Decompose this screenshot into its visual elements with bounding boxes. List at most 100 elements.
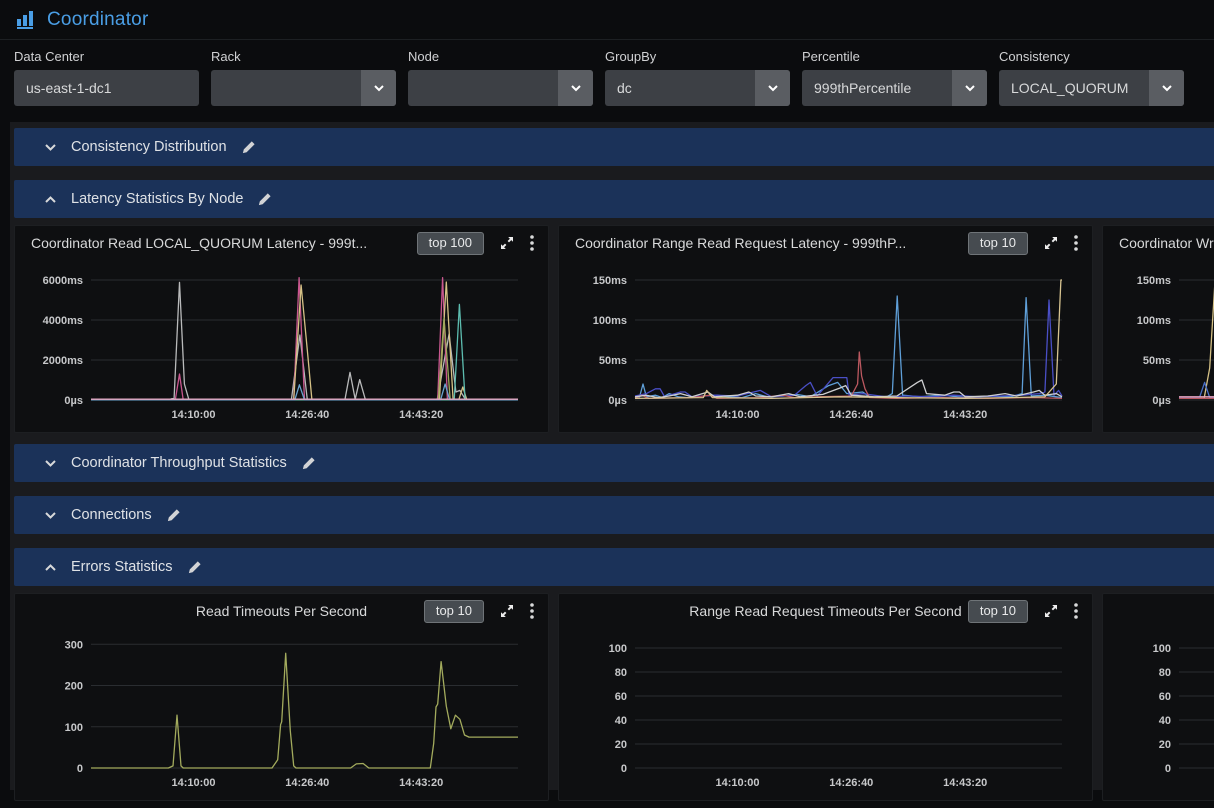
chevron-down-icon[interactable] [44,459,57,468]
svg-text:6000ms: 6000ms [43,275,83,287]
panel-badge[interactable]: top 10 [968,232,1028,255]
chevron-down-icon [755,70,790,106]
panel-range-read-latency: Coordinator Range Read Request Latency -… [558,225,1093,433]
chevron-down-icon[interactable] [44,143,57,152]
chevron-down-icon [558,70,593,106]
svg-text:150ms: 150ms [1137,275,1171,287]
chevron-down-icon [1149,70,1184,106]
svg-text:14:10:00: 14:10:00 [715,409,759,421]
svg-text:100: 100 [65,722,83,734]
section-row-consistency-distribution[interactable]: Consistency Distribution [14,128,1214,166]
top-nav-bar: Coordinator [0,0,1214,40]
panel-title[interactable]: Coordinator Wri [1119,226,1214,260]
edit-pencil-icon[interactable] [187,560,202,575]
svg-text:300: 300 [65,639,83,651]
svg-text:20: 20 [1159,739,1171,751]
section-row-latency-statistics[interactable]: Latency Statistics By Node [14,180,1214,218]
latency-chart: 0µs50ms100ms150ms14:10:0014:26:4014:43:2… [1103,260,1214,430]
panel-title[interactable] [1119,594,1214,628]
svg-text:14:26:40: 14:26:40 [285,777,329,789]
section-row-errors-statistics[interactable]: Errors Statistics [14,548,1214,586]
expand-icon[interactable] [500,236,514,250]
panel-errors-third: 02040608010014:10:0014:26:4014:43:20 [1102,593,1214,801]
kebab-menu-icon[interactable] [530,603,534,619]
svg-text:2000ms: 2000ms [43,355,83,367]
panel-badge[interactable]: top 100 [417,232,484,255]
filter-label-rack: Rack [211,49,396,64]
svg-text:100ms: 100ms [1137,315,1171,327]
svg-text:14:43:20: 14:43:20 [399,409,443,421]
svg-text:14:10:00: 14:10:00 [171,777,215,789]
svg-text:0µs: 0µs [1152,395,1171,407]
svg-text:0: 0 [1165,763,1171,775]
svg-text:14:26:40: 14:26:40 [829,409,873,421]
chevron-down-icon[interactable] [44,511,57,520]
edit-pencil-icon[interactable] [257,192,272,207]
consistency-value: LOCAL_QUORUM [999,70,1149,106]
svg-text:40: 40 [615,715,627,727]
expand-icon[interactable] [500,604,514,618]
edit-pencil-icon[interactable] [301,456,316,471]
svg-text:4000ms: 4000ms [43,315,83,327]
latency-chart: 0µs 2000ms 4000ms 6000ms 14:10:00 14:26:40 14:… [15,260,550,430]
svg-text:40: 40 [1159,715,1171,727]
edit-pencil-icon[interactable] [166,508,181,523]
timeouts-chart: 02040608010014:10:0014:26:4014:43:20 [559,628,1094,798]
groupby-select[interactable]: dc [605,70,790,106]
filter-label-groupby: GroupBy [605,49,790,64]
rack-value [211,70,361,106]
svg-text:50ms: 50ms [1143,355,1171,367]
svg-text:100ms: 100ms [593,315,627,327]
groupby-value: dc [605,70,755,106]
rack-select[interactable] [211,70,396,106]
svg-text:60: 60 [1159,691,1171,703]
panel-title[interactable]: Coordinator Read LOCAL_QUORUM Latency - … [31,226,398,260]
svg-text:60: 60 [615,691,627,703]
data-center-value[interactable] [14,70,199,106]
kebab-menu-icon[interactable] [1074,235,1078,251]
section-title: Errors Statistics [71,559,173,575]
svg-text:200: 200 [65,681,83,693]
percentile-select[interactable]: 999thPercentile [802,70,987,106]
panel-write-latency: Coordinator Wri 0µs50ms100ms150ms14:10:0… [1102,225,1214,433]
data-center-input[interactable]: ✕ [14,70,199,106]
filter-label-consistency: Consistency [999,49,1184,64]
panel-read-latency: Coordinator Read LOCAL_QUORUM Latency - … [14,225,549,433]
timeouts-chart: 02040608010014:10:0014:26:4014:43:20 [1103,628,1214,798]
svg-text:100: 100 [1153,643,1171,655]
chevron-up-icon[interactable] [44,195,57,204]
svg-text:14:26:40: 14:26:40 [285,409,329,421]
latency-panels-row: Coordinator Read LOCAL_QUORUM Latency - … [14,225,1214,433]
svg-text:0: 0 [621,763,627,775]
panel-title[interactable]: Coordinator Range Read Request Latency -… [575,226,942,260]
section-title: Consistency Distribution [71,139,227,155]
svg-text:150ms: 150ms [593,275,627,287]
section-row-throughput[interactable]: Coordinator Throughput Statistics [14,444,1214,482]
expand-icon[interactable] [1044,236,1058,250]
svg-text:14:26:40: 14:26:40 [829,777,873,789]
filter-label-node: Node [408,49,593,64]
kebab-menu-icon[interactable] [1074,603,1078,619]
kebab-menu-icon[interactable] [530,235,534,251]
svg-text:50ms: 50ms [599,355,627,367]
edit-pencil-icon[interactable] [241,140,256,155]
svg-text:14:43:20: 14:43:20 [943,409,987,421]
consistency-select[interactable]: LOCAL_QUORUM [999,70,1184,106]
section-row-connections[interactable]: Connections [14,496,1214,534]
section-title: Coordinator Throughput Statistics [71,455,287,471]
svg-text:0µs: 0µs [64,395,83,407]
svg-text:14:10:00: 14:10:00 [171,409,215,421]
node-select[interactable] [408,70,593,106]
panel-range-read-timeouts: Range Read Request Timeouts Per Second t… [558,593,1093,801]
panel-badge[interactable]: top 10 [424,600,484,623]
svg-text:100: 100 [609,643,627,655]
expand-icon[interactable] [1044,604,1058,618]
bar-chart-icon [16,10,38,29]
percentile-value: 999thPercentile [802,70,952,106]
panel-badge[interactable]: top 10 [968,600,1028,623]
template-variables-bar: Data Center ✕ Rack Node GroupBy dc Perce… [0,40,1214,122]
svg-text:14:10:00: 14:10:00 [715,777,759,789]
dashboard-title[interactable]: Coordinator [47,9,148,31]
chevron-up-icon[interactable] [44,563,57,572]
section-title: Latency Statistics By Node [71,191,243,207]
